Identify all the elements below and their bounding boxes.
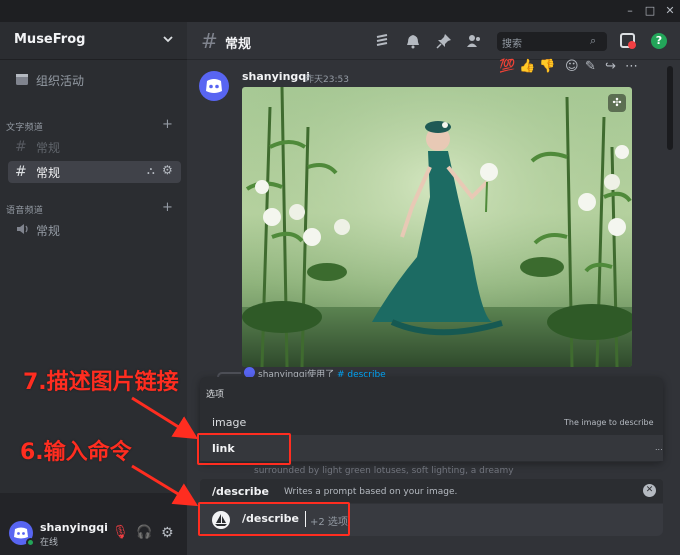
- maximize-button[interactable]: □: [642, 3, 658, 19]
- image-actions-icon[interactable]: ✣: [608, 94, 626, 112]
- hash-icon: #: [15, 139, 27, 155]
- server-header[interactable]: MuseFrog: [0, 22, 187, 60]
- annotation-step6: 6.输入命令: [20, 440, 132, 465]
- discord-app: – □ ✕ MuseFrog 组织活动 文字频道 + # 常规 # 常规 ⛬ ⚙…: [0, 0, 680, 555]
- edit-icon[interactable]: ✎: [585, 59, 596, 74]
- message-timestamp: 昨天23:53: [305, 75, 349, 85]
- headphones-icon[interactable]: 🎧: [136, 525, 152, 540]
- command-name: /describe: [212, 485, 269, 498]
- sidebar-item-activity[interactable]: 组织活动: [8, 69, 181, 91]
- sidebar-item-label: 常规: [36, 224, 61, 238]
- search-input[interactable]: 搜索 ⌕: [497, 32, 607, 51]
- hash-icon: #: [201, 29, 218, 53]
- sidebar-item-channel[interactable]: # 常规: [8, 136, 181, 158]
- user-panel: shanyingqi 在线 🎙 🎧 ⚙: [0, 493, 187, 555]
- speaker-icon: [17, 224, 28, 234]
- online-status-dot: [26, 538, 35, 547]
- chat-area: # 常规 搜索 ⌕ ? shanyingqi 昨天23:53 💯 👍 👎 ☺ ✎…: [187, 22, 680, 555]
- channel-sidebar: MuseFrog 组织活动 文字频道 + # 常规 # 常规 ⛬ ⚙ 语音频道 …: [0, 22, 187, 555]
- user-status: 在线: [40, 538, 59, 548]
- add-reaction-icon[interactable]: ☺: [565, 59, 579, 74]
- username: shanyingqi: [40, 521, 108, 534]
- mute-microphone-icon[interactable]: 🎙: [112, 525, 129, 540]
- command-description: Writes a prompt based on your image.: [284, 487, 458, 497]
- reaction-thumbs-up[interactable]: 👍: [519, 59, 535, 74]
- channel-header: # 常规 搜索 ⌕ ?: [187, 22, 680, 60]
- close-window-button[interactable]: ✕: [662, 3, 678, 19]
- option-image-description: The image to describe: [564, 418, 654, 427]
- settings-gear-icon[interactable]: ⚙: [161, 525, 174, 541]
- window-titlebar: – □ ✕: [0, 0, 680, 22]
- search-icon: ⌕: [590, 34, 597, 47]
- reaction-100[interactable]: 💯: [499, 59, 515, 74]
- calendar-icon: [16, 74, 28, 85]
- discord-logo-icon: [206, 79, 222, 93]
- bell-icon[interactable]: [405, 33, 421, 49]
- server-name: MuseFrog: [14, 32, 86, 47]
- forward-icon[interactable]: ↪: [605, 59, 616, 74]
- search-placeholder: 搜索: [502, 39, 522, 50]
- option-link-description: ...: [655, 443, 663, 452]
- sidebar-item-voice-channel[interactable]: 常规: [8, 219, 181, 241]
- pin-icon[interactable]: [436, 33, 452, 49]
- members-icon[interactable]: [466, 33, 482, 49]
- invite-icon[interactable]: ⛬: [147, 164, 155, 178]
- gear-icon[interactable]: ⚙: [162, 163, 173, 177]
- add-channel-icon[interactable]: +: [162, 200, 173, 215]
- channel-title: 常规: [225, 37, 252, 52]
- sidebar-item-label: 常规: [36, 141, 61, 155]
- command-suggestion[interactable]: /describe Writes a prompt based on your …: [200, 479, 663, 503]
- message-author[interactable]: shanyingqi: [242, 70, 310, 83]
- hash-icon: #: [15, 164, 27, 180]
- avatar[interactable]: [199, 71, 229, 101]
- sidebar-item-channel-active[interactable]: # 常规 ⛬ ⚙: [8, 161, 181, 183]
- sidebar-item-label: 常规: [36, 166, 61, 180]
- options-header: 选项: [206, 390, 225, 400]
- close-icon[interactable]: ✕: [643, 484, 656, 497]
- highlight-link-option: [197, 433, 291, 465]
- threads-icon[interactable]: [374, 33, 390, 49]
- scrollbar[interactable]: [667, 66, 673, 150]
- highlight-command-input: [198, 502, 350, 536]
- background-message-text: surrounded by light green lotuses, soft …: [254, 466, 514, 476]
- sidebar-item-label: 组织活动: [36, 74, 85, 88]
- category-text-channels[interactable]: 文字频道: [6, 120, 43, 133]
- category-voice-channels[interactable]: 语音频道: [6, 203, 43, 216]
- add-channel-icon[interactable]: +: [162, 117, 173, 132]
- woman-in-lotus-pond-image: [242, 87, 632, 367]
- minimize-button[interactable]: –: [622, 3, 638, 19]
- help-icon[interactable]: ?: [651, 33, 667, 49]
- option-image[interactable]: image: [212, 416, 246, 429]
- reaction-thumbs-down[interactable]: 👎: [539, 59, 555, 74]
- notification-dot: [628, 41, 636, 49]
- more-options-icon[interactable]: ⋯: [625, 59, 638, 74]
- message-image[interactable]: ✣: [242, 87, 632, 367]
- annotation-step7: 7.描述图片链接: [23, 370, 179, 395]
- chevron-down-icon: [163, 36, 173, 43]
